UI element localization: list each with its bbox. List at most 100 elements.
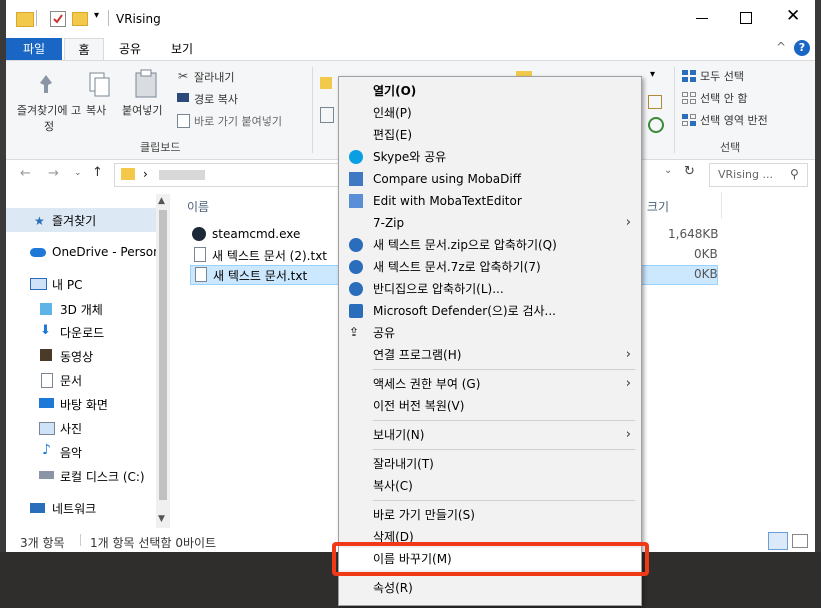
menu-item-give-access[interactable]: 액세스 권한 부여 (G) › bbox=[339, 373, 641, 395]
navigation-pane: ★ 즐겨찾기 OneDrive - Person 내 PC 3D 개체 ⬇ 다운… bbox=[6, 192, 162, 530]
bandizip-icon bbox=[349, 260, 363, 274]
document-icon bbox=[41, 373, 53, 388]
scroll-thumb[interactable] bbox=[159, 210, 167, 500]
minimize-icon[interactable] bbox=[696, 18, 708, 19]
menu-item-create-shortcut[interactable]: 바로 가기 만들기(S) bbox=[339, 504, 641, 526]
menu-item-skype-share[interactable]: Skype와 공유 bbox=[339, 146, 641, 168]
address-dropdown-icon[interactable]: ⌄ bbox=[664, 165, 672, 176]
scroll-down-icon[interactable]: ▼ bbox=[158, 514, 165, 524]
menu-item-edit[interactable]: 편집(E) bbox=[339, 124, 641, 146]
text-file-icon bbox=[194, 247, 206, 262]
paste-icon[interactable] bbox=[134, 69, 158, 99]
context-menu: 열기(O) 인쇄(P) 편집(E) Skype와 공유 Compare usin… bbox=[338, 76, 642, 606]
search-box[interactable]: VRising ... ⚲ bbox=[709, 163, 808, 187]
selection-info: 1개 항목 선택함 0바이트 bbox=[90, 536, 217, 550]
copy-path-button[interactable]: 경로 복사 bbox=[194, 91, 238, 107]
close-icon[interactable]: ✕ bbox=[786, 8, 800, 25]
address-bar[interactable]: › bbox=[114, 163, 344, 187]
column-name-header[interactable]: 이름 bbox=[187, 198, 209, 215]
menu-item-label: 열기(O) bbox=[373, 84, 417, 98]
new-folder-icon[interactable] bbox=[72, 12, 88, 26]
menu-item-cut[interactable]: 잘라내기(T) bbox=[339, 453, 641, 475]
menu-item-bandizip-compress[interactable]: 반디집으로 압축하기(L)... bbox=[339, 278, 641, 300]
recent-locations-icon[interactable]: ⌄ bbox=[74, 168, 82, 178]
nav-this-pc[interactable]: 내 PC bbox=[52, 276, 82, 293]
clipboard-group-label: 클립보드 bbox=[140, 141, 181, 154]
copy-button[interactable]: 복사 bbox=[86, 102, 106, 118]
menu-item-print[interactable]: 인쇄(P) bbox=[339, 102, 641, 124]
select-all-button[interactable]: 모두 선택 bbox=[700, 68, 744, 84]
refresh-icon[interactable]: ↻ bbox=[684, 164, 695, 179]
search-icon[interactable]: ⚲ bbox=[790, 167, 799, 181]
history-icon[interactable] bbox=[648, 117, 664, 133]
nav-3d-objects[interactable]: 3D 개체 bbox=[60, 301, 103, 318]
file-name: 새 텍스트 문서.txt bbox=[213, 269, 308, 283]
back-icon[interactable]: ← bbox=[20, 166, 31, 181]
invert-selection-button[interactable]: 선택 영역 반전 bbox=[700, 112, 768, 128]
nav-quick-access[interactable]: 즐겨찾기 bbox=[52, 212, 96, 229]
menu-item-mobadiff[interactable]: Compare using MobaDiff bbox=[339, 168, 641, 190]
menu-item-zip-compress[interactable]: 새 텍스트 문서.zip으로 압축하기(Q) bbox=[339, 234, 641, 256]
nav-desktop[interactable]: 바탕 화면 bbox=[60, 396, 108, 413]
nav-music[interactable]: 음악 bbox=[60, 444, 82, 461]
menu-item-label: 새 텍스트 문서.7z로 압축하기(7) bbox=[373, 260, 541, 274]
tab-file[interactable]: 파일 bbox=[6, 38, 62, 60]
bandizip-icon bbox=[349, 238, 363, 252]
menu-item-label: 새 텍스트 문서.zip으로 압축하기(Q) bbox=[373, 238, 557, 252]
tab-share[interactable]: 공유 bbox=[110, 38, 150, 60]
menu-item-open-with[interactable]: 연결 프로그램(H) › bbox=[339, 344, 641, 366]
forward-icon[interactable]: → bbox=[48, 166, 59, 181]
nav-scrollbar[interactable]: ▲ ▼ bbox=[156, 194, 170, 528]
menu-item-copy[interactable]: 복사(C) bbox=[339, 475, 641, 497]
copy-icon[interactable] bbox=[88, 71, 110, 99]
edit-icon[interactable] bbox=[648, 95, 662, 109]
pin-icon[interactable] bbox=[36, 73, 56, 95]
collapse-ribbon-icon[interactable]: ^ bbox=[776, 40, 786, 54]
menu-item-7zip[interactable]: 7-Zip › bbox=[339, 212, 641, 234]
download-icon: ⬇ bbox=[40, 323, 51, 338]
menu-item-label: Compare using MobaDiff bbox=[373, 172, 521, 186]
help-icon[interactable]: ? bbox=[794, 40, 810, 56]
details-view-icon[interactable] bbox=[768, 532, 788, 550]
menu-item-share[interactable]: ⇪ 공유 bbox=[339, 322, 641, 344]
paste-shortcut-button[interactable]: 바로 가기 붙여넣기 bbox=[194, 113, 282, 129]
nav-downloads[interactable]: 다운로드 bbox=[60, 324, 104, 341]
scroll-up-icon[interactable]: ▲ bbox=[158, 196, 165, 206]
search-placeholder: VRising ... bbox=[718, 168, 773, 181]
scissors-icon: ✂ bbox=[178, 69, 189, 83]
tab-view[interactable]: 보기 bbox=[162, 38, 202, 60]
menu-item-mobatexteditor[interactable]: Edit with MobaTextEditor bbox=[339, 190, 641, 212]
nav-local-disk[interactable]: 로컬 디스크 (C:) bbox=[60, 468, 145, 485]
menu-item-defender-scan[interactable]: Microsoft Defender(으)로 검사... bbox=[339, 300, 641, 322]
menu-item-properties[interactable]: 속성(R) bbox=[339, 577, 641, 599]
skype-icon bbox=[349, 150, 363, 164]
select-none-button[interactable]: 선택 안 함 bbox=[700, 90, 747, 106]
nav-videos[interactable]: 동영상 bbox=[60, 348, 93, 365]
share-icon: ⇪ bbox=[349, 325, 360, 339]
menu-item-label: 이전 버전 복원(V) bbox=[373, 399, 465, 413]
column-size-header[interactable]: 크기 bbox=[647, 198, 669, 215]
nav-pictures[interactable]: 사진 bbox=[60, 420, 82, 437]
large-icons-view-icon[interactable] bbox=[792, 534, 808, 548]
paste-button[interactable]: 붙여넣기 bbox=[122, 102, 162, 118]
menu-item-restore-previous[interactable]: 이전 버전 복원(V) bbox=[339, 395, 641, 417]
cube-icon bbox=[40, 303, 52, 315]
pin-to-quick-access-button[interactable]: 즐겨찾기에 고정 bbox=[12, 102, 86, 134]
nav-network[interactable]: 네트워크 bbox=[52, 500, 96, 517]
customize-quick-access-icon[interactable]: ▾ bbox=[94, 10, 99, 21]
menu-item-open[interactable]: 열기(O) bbox=[339, 80, 641, 102]
maximize-icon[interactable] bbox=[740, 12, 752, 24]
nav-documents[interactable]: 문서 bbox=[60, 372, 82, 389]
copy-to-icon[interactable] bbox=[320, 107, 334, 123]
properties-icon[interactable] bbox=[50, 11, 66, 27]
up-icon[interactable]: ↑ bbox=[92, 165, 103, 180]
tab-home[interactable]: 홈 bbox=[64, 38, 104, 61]
title-bar: ▾ VRising ✕ bbox=[6, 0, 815, 38]
nav-onedrive[interactable]: OneDrive - Person bbox=[52, 245, 161, 259]
move-to-icon[interactable] bbox=[320, 77, 332, 89]
properties-dropdown-icon[interactable]: ▾ bbox=[650, 69, 655, 80]
menu-item-send-to[interactable]: 보내기(N) › bbox=[339, 424, 641, 446]
video-icon bbox=[40, 349, 52, 361]
cut-button[interactable]: 잘라내기 bbox=[194, 69, 234, 85]
menu-item-7z-compress[interactable]: 새 텍스트 문서.7z로 압축하기(7) bbox=[339, 256, 641, 278]
